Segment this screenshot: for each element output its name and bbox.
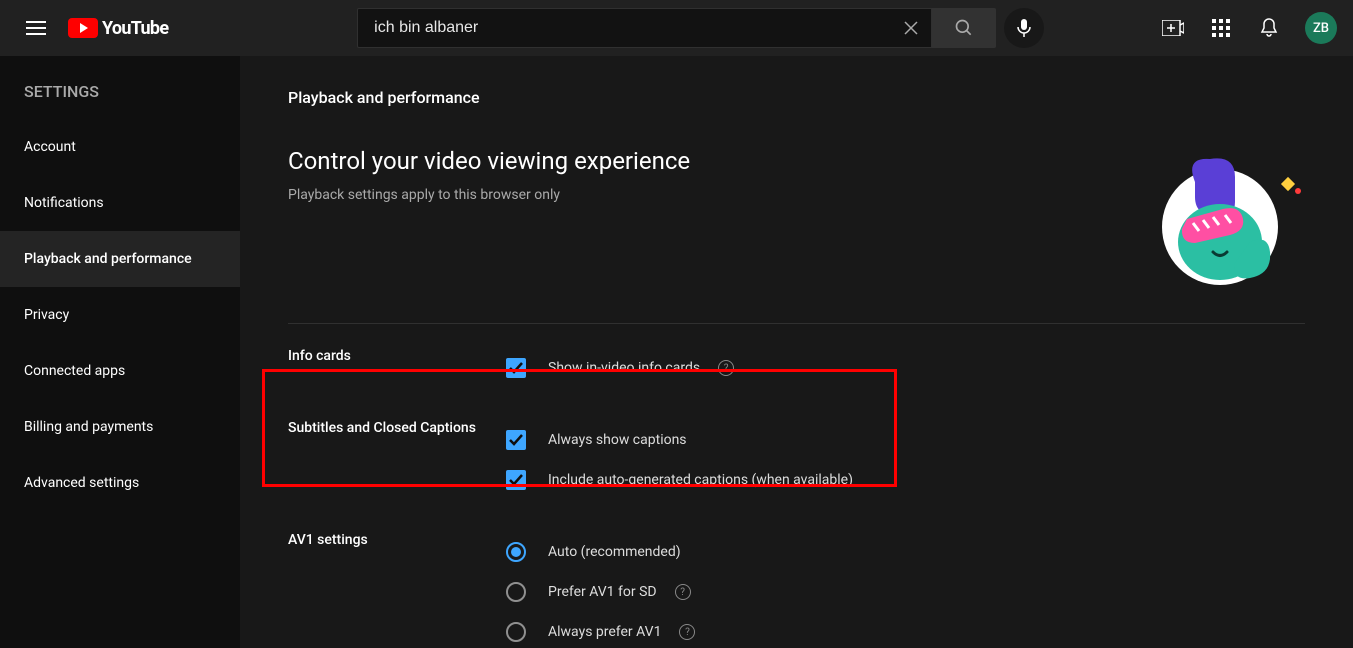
help-icon[interactable]: ? [675, 584, 691, 600]
sidebar-item-account[interactable]: Account [0, 119, 240, 175]
hamburger-icon [26, 21, 46, 35]
option-label: Prefer AV1 for SD [548, 584, 657, 600]
option-row: Always show captions [506, 420, 1066, 460]
section-label: Subtitles and Closed Captions [288, 420, 506, 500]
search-input[interactable] [374, 19, 899, 37]
option-row: Show in-video info cards ? [506, 348, 1066, 388]
sidebar-item-privacy[interactable]: Privacy [0, 287, 240, 343]
hero-heading: Control your video viewing experience [288, 147, 690, 175]
header-actions: ZB [1153, 8, 1337, 48]
grid-icon [1212, 19, 1230, 37]
notifications-button[interactable] [1249, 8, 1289, 48]
section-label: AV1 settings [288, 532, 506, 648]
sidebar-item-label: Billing and payments [24, 419, 153, 435]
youtube-play-icon [68, 18, 98, 38]
radio-av1-auto[interactable] [506, 542, 526, 562]
close-icon [902, 19, 920, 37]
option-row: Auto (recommended) [506, 532, 1066, 572]
clear-search-button[interactable] [899, 16, 923, 40]
header: YouTube ZB [0, 0, 1353, 56]
sidebar-item-label: Privacy [24, 307, 69, 323]
hero-subtext: Playback settings apply to this browser … [288, 187, 690, 203]
sidebar-item-label: Advanced settings [24, 475, 139, 491]
search-button[interactable] [932, 8, 996, 48]
microphone-icon [1017, 19, 1031, 37]
section-captions: Subtitles and Closed Captions Always sho… [288, 396, 1305, 508]
apps-button[interactable] [1201, 8, 1241, 48]
hero-section: Control your video viewing experience Pl… [288, 147, 1305, 324]
sidebar-item-label: Notifications [24, 195, 104, 211]
check-icon [509, 474, 523, 486]
voice-search-button[interactable] [1004, 8, 1044, 48]
sidebar-item-label: Account [24, 139, 76, 155]
sidebar-item-label: Connected apps [24, 363, 125, 379]
check-icon [509, 362, 523, 374]
help-icon[interactable]: ? [718, 360, 734, 376]
help-icon[interactable]: ? [679, 624, 695, 640]
bell-icon [1260, 18, 1278, 38]
sidebar-item-notifications[interactable]: Notifications [0, 175, 240, 231]
option-row: Always prefer AV1 ? [506, 612, 1066, 648]
sidebar-item-playback[interactable]: Playback and performance [0, 231, 240, 287]
section-label: Info cards [288, 348, 506, 388]
hero-illustration [1135, 147, 1305, 287]
sidebar-item-advanced[interactable]: Advanced settings [0, 455, 240, 511]
checkbox-always-captions[interactable] [506, 430, 526, 450]
radio-av1-always[interactable] [506, 622, 526, 642]
check-icon [509, 434, 523, 446]
create-icon [1162, 20, 1184, 36]
avatar[interactable]: ZB [1305, 12, 1337, 44]
option-row: Prefer AV1 for SD ? [506, 572, 1066, 612]
main-content: Playback and performance Control your vi… [240, 56, 1353, 648]
youtube-logo[interactable]: YouTube [68, 18, 168, 39]
page-title: Playback and performance [288, 88, 1305, 107]
sidebar-item-billing[interactable]: Billing and payments [0, 399, 240, 455]
search-container [288, 8, 1113, 48]
checkbox-auto-captions[interactable] [506, 470, 526, 490]
option-label: Always prefer AV1 [548, 624, 661, 640]
option-label: Include auto-generated captions (when av… [548, 472, 853, 488]
sidebar-item-connected-apps[interactable]: Connected apps [0, 343, 240, 399]
option-label: Always show captions [548, 432, 687, 448]
settings-sidebar: SETTINGS Account Notifications Playback … [0, 56, 240, 648]
option-label: Auto (recommended) [548, 544, 681, 560]
search-icon [954, 18, 974, 38]
section-av1: AV1 settings Auto (recommended) Prefer A… [288, 508, 1305, 648]
radio-av1-sd[interactable] [506, 582, 526, 602]
option-label: Show in-video info cards [548, 360, 700, 376]
search-box [357, 8, 932, 48]
section-info-cards: Info cards Show in-video info cards ? [288, 324, 1305, 396]
sidebar-title: SETTINGS [0, 74, 240, 119]
create-button[interactable] [1153, 8, 1193, 48]
menu-button[interactable] [16, 8, 56, 48]
sidebar-item-label: Playback and performance [24, 251, 192, 267]
youtube-logo-text: YouTube [102, 18, 168, 39]
option-row: Include auto-generated captions (when av… [506, 460, 1066, 500]
checkbox-info-cards[interactable] [506, 358, 526, 378]
